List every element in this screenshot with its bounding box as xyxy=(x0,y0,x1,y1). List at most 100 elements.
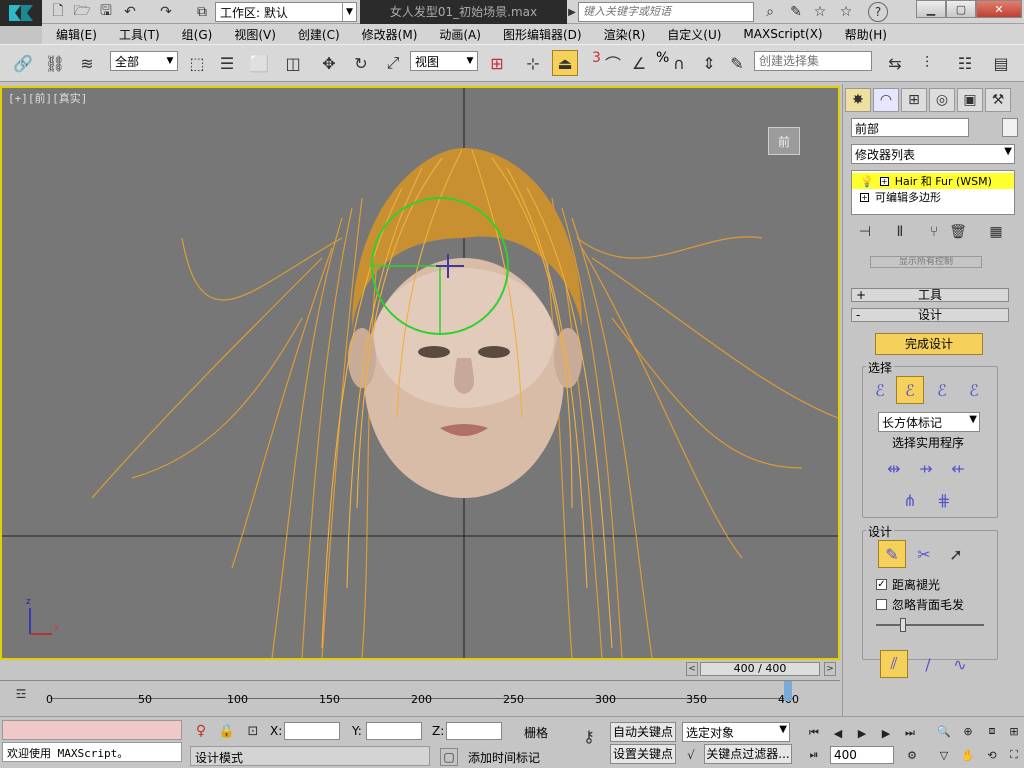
viewcube[interactable]: 前 xyxy=(768,127,800,155)
motion-tab-icon[interactable]: ◎ xyxy=(929,88,955,112)
menu-maxscript[interactable]: MAXScript(X) xyxy=(729,27,830,41)
show-end-result-icon[interactable]: Ⅱ xyxy=(888,222,912,242)
pivot-icon[interactable]: ⊞ xyxy=(484,50,510,76)
absolute-mode-icon[interactable]: ⊡ xyxy=(244,722,262,740)
curve-editor-icon[interactable]: ☲ xyxy=(10,685,32,703)
auto-key-button[interactable]: 自动关键点 xyxy=(610,722,676,742)
configure-sets-icon[interactable]: ▦ xyxy=(984,222,1008,242)
utilities-tab-icon[interactable]: ⚒ xyxy=(985,88,1011,112)
show-all-controls-button[interactable]: 显示所有控制 xyxy=(870,256,982,268)
brush-size-handle[interactable] xyxy=(900,618,906,632)
redo-icon[interactable]: ↷ xyxy=(156,2,176,22)
go-start-icon[interactable]: ⏮ xyxy=(804,724,824,742)
menu-tools[interactable]: 工具(T) xyxy=(105,26,168,43)
next-frame-icon[interactable]: ▶ xyxy=(876,724,896,742)
prev-frame-icon[interactable]: ◀ xyxy=(828,724,848,742)
align-icon[interactable]: ⫶ xyxy=(914,50,940,76)
zoom-icon[interactable]: 🔍 xyxy=(934,722,954,740)
angle-snap-icon[interactable]: ∠ xyxy=(626,50,652,76)
brush-size-slider[interactable] xyxy=(876,624,984,626)
maximize-icon[interactable]: ▢ xyxy=(946,0,976,18)
expand-icon[interactable]: + xyxy=(860,192,869,202)
key-target-dropdown[interactable]: 选定对象 ▼ xyxy=(682,722,790,742)
hide-selected-icon[interactable]: ⋔ xyxy=(896,486,924,514)
key-filters-button[interactable]: 关键点过滤器... xyxy=(704,744,792,764)
rotate-icon[interactable]: ↻ xyxy=(348,50,374,76)
close-icon[interactable]: ✕ xyxy=(976,0,1022,18)
search-input[interactable] xyxy=(578,2,754,22)
rotate-selection-icon[interactable]: ⇸ xyxy=(912,454,940,482)
menu-customize[interactable]: 自定义(U) xyxy=(653,26,729,43)
prev-time-icon[interactable]: < xyxy=(686,662,698,676)
play-icon[interactable]: ▶ xyxy=(852,724,872,742)
stack-item-hair[interactable]: 💡 + Hair 和 Fur (WSM) xyxy=(852,173,1014,189)
hierarchy-tab-icon[interactable]: ⊞ xyxy=(901,88,927,112)
rect-region-icon[interactable]: ⬜ xyxy=(246,50,272,76)
maximize-viewport-icon[interactable]: ⛶ xyxy=(1004,746,1024,764)
object-name-field[interactable]: 前部 xyxy=(851,118,969,137)
communication-icon[interactable]: ✎ xyxy=(786,2,806,22)
set-key-button[interactable]: 设置关键点 xyxy=(610,744,676,764)
key-filter-icon[interactable]: √ xyxy=(682,746,700,764)
menu-views[interactable]: 视图(V) xyxy=(220,26,284,43)
ribbon-toggle-icon[interactable]: ▤ xyxy=(988,50,1014,76)
display-tab-icon[interactable]: ▣ xyxy=(957,88,983,112)
create-tab-icon[interactable]: ✸ xyxy=(845,88,871,112)
make-unique-icon[interactable]: ⑂ xyxy=(922,222,946,242)
percent-snap-icon[interactable]: ∩ xyxy=(666,50,692,76)
show-hidden-icon[interactable]: ⋕ xyxy=(930,486,958,514)
current-frame-field[interactable]: 400 xyxy=(830,746,894,764)
menu-graph-editors[interactable]: 图形编辑器(D) xyxy=(489,26,590,43)
hair-translate-icon[interactable]: ⫽ xyxy=(880,650,908,678)
rollout-design[interactable]: - 设计 xyxy=(851,308,1009,322)
new-file-icon[interactable]: 🗋 xyxy=(48,2,68,22)
modifier-list-dropdown[interactable]: 修改器列表 ▼ xyxy=(851,144,1015,164)
current-frame-marker[interactable] xyxy=(784,681,792,701)
track-bar[interactable]: ☲ 0 50 100 150 200 250 300 350 400 xyxy=(0,680,840,714)
hair-brush-icon[interactable]: ✎ xyxy=(878,540,906,568)
menu-group[interactable]: 组(G) xyxy=(168,26,221,43)
rollout-tools[interactable]: + 工具 xyxy=(851,288,1009,302)
minimize-icon[interactable]: ▁ xyxy=(916,0,946,18)
help-icon[interactable]: ? xyxy=(868,2,888,22)
invert-selection-icon[interactable]: ⇹ xyxy=(880,454,908,482)
window-crossing-icon[interactable]: ◫ xyxy=(280,50,306,76)
scale-icon[interactable]: ⤢ xyxy=(380,50,406,76)
object-color-swatch[interactable] xyxy=(1002,118,1018,137)
select-link-icon[interactable]: 🔗 xyxy=(10,50,36,76)
hair-select-whole-icon[interactable]: ℰ xyxy=(928,376,956,404)
menu-create[interactable]: 创建(C) xyxy=(284,26,348,43)
bind-spacewarp-icon[interactable]: ≋ xyxy=(74,50,100,76)
hair-select-tips-icon[interactable]: ℰ xyxy=(896,376,924,404)
spinner-snap-icon[interactable]: ⇕ xyxy=(696,50,722,76)
hair-select-roots-icon[interactable]: ℰ xyxy=(960,376,988,404)
zoom-extents-all-icon[interactable]: ⊞ xyxy=(1004,722,1024,740)
snap-icon[interactable]: ⌒ xyxy=(600,50,626,76)
expand-icon[interactable]: + xyxy=(879,176,889,186)
pin-stack-icon[interactable]: ⊣ xyxy=(853,222,877,242)
edit-named-sel-icon[interactable]: ✎ xyxy=(724,50,750,76)
search-binoculars-icon[interactable]: ⌕ xyxy=(760,2,780,22)
field-of-view-icon[interactable]: ▽ xyxy=(934,746,954,764)
hair-stand-icon[interactable]: ∕ xyxy=(914,650,942,678)
viewport-front[interactable]: [+][前][真实] x z xyxy=(0,86,840,660)
maxscript-mini-listener-top[interactable] xyxy=(2,720,182,740)
chevron-right-icon[interactable]: ▶ xyxy=(566,4,578,20)
select-object-icon[interactable]: ⬚ xyxy=(184,50,210,76)
save-icon[interactable]: 🖫 xyxy=(96,2,116,22)
pan-icon[interactable]: ✋ xyxy=(958,746,978,764)
maxscript-mini-listener[interactable]: 欢迎使用 MAXScript。 xyxy=(2,742,182,762)
project-icon[interactable]: ⧉ xyxy=(192,2,212,22)
named-selection-input[interactable] xyxy=(754,51,872,71)
select-by-name-icon[interactable]: ☰ xyxy=(214,50,240,76)
star-icon[interactable]: ☆ xyxy=(810,2,830,22)
box-marker-dropdown[interactable]: 长方体标记 ▼ xyxy=(878,412,980,432)
workspace-dropdown[interactable]: 工作区: 默认 ▼ xyxy=(215,2,357,22)
remove-modifier-icon[interactable]: 🗑 xyxy=(946,222,970,242)
keyboard-shortcut-icon[interactable]: ⏏ xyxy=(552,50,578,76)
open-file-icon[interactable]: 🗁 xyxy=(72,2,92,22)
mirror-icon[interactable]: ⇆ xyxy=(882,50,908,76)
viewport-label[interactable]: [+][前][真实] xyxy=(8,90,87,106)
add-time-tag-label[interactable]: 添加时间标记 xyxy=(468,749,540,766)
z-coord-field[interactable] xyxy=(446,722,502,740)
